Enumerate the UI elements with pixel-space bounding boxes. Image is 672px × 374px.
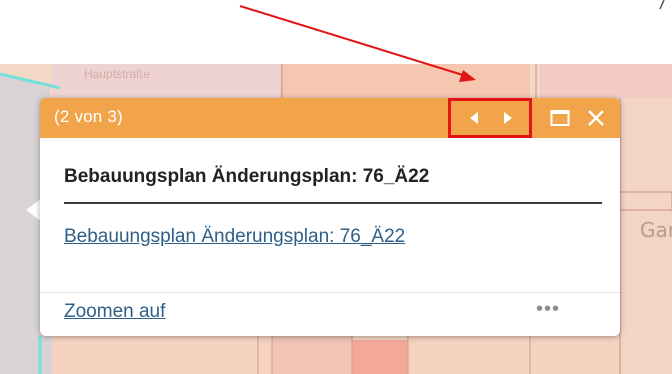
- feature-counter: (2 von 3): [54, 107, 123, 126]
- close-icon: [588, 110, 604, 126]
- close-button[interactable]: [582, 98, 610, 138]
- maximize-button[interactable]: [546, 98, 574, 138]
- feature-popup: (2 von 3) Bebauungsplan Änderungsplan: 7…: [40, 98, 620, 336]
- zoom-to-button[interactable]: Zoomen auf: [64, 301, 165, 323]
- maximize-icon: [550, 110, 570, 126]
- feature-attribute-link[interactable]: Bebauungsplan Änderungsplan: 76_Ä22: [64, 226, 405, 248]
- annotation-area: [0, 0, 672, 64]
- title-divider: [64, 202, 602, 204]
- map-street-label: Garte: [640, 218, 672, 242]
- more-actions-button[interactable]: •••: [528, 298, 568, 323]
- annotation-highlight-box: [448, 98, 532, 138]
- map-label: Hauptstraße: [84, 67, 151, 81]
- actions-divider: [40, 292, 620, 293]
- popup-header: (2 von 3): [40, 98, 620, 138]
- popup-title: Bebauungsplan Änderungsplan: 76_Ä22: [64, 166, 430, 187]
- more-icon: •••: [535, 298, 560, 320]
